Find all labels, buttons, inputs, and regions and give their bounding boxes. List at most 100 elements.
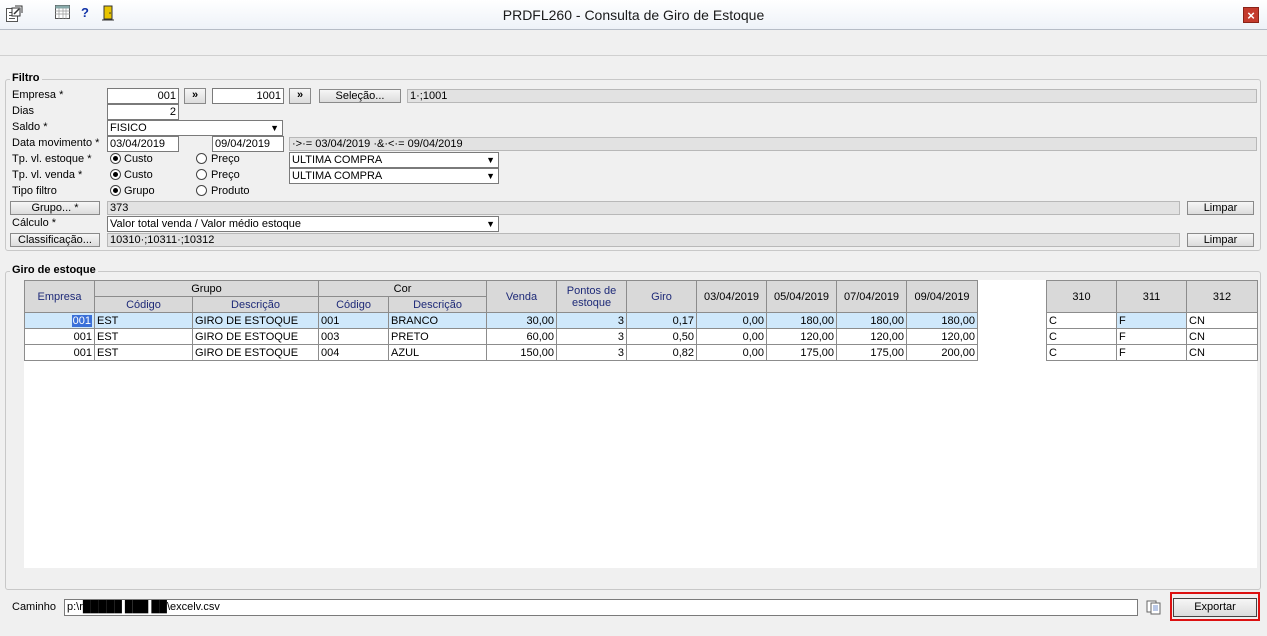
header-date-4[interactable]: 09/04/2019 (906, 280, 979, 313)
table-row[interactable]: C F CN (1046, 312, 1258, 329)
calculo-select[interactable]: Valor total venda / Valor médio estoque … (107, 216, 499, 232)
cell-cor-descricao[interactable]: AZUL (388, 344, 488, 361)
cell-grupo-codigo[interactable]: EST (94, 328, 193, 345)
header-grupo-codigo[interactable]: Código (94, 296, 193, 313)
cell-pontos[interactable]: 3 (556, 344, 628, 361)
cell-cor-codigo[interactable]: 001 (318, 312, 390, 329)
cell-grupo-codigo[interactable]: EST (94, 344, 193, 361)
cell-cor-codigo[interactable]: 003 (318, 328, 390, 345)
header-giro[interactable]: Giro (626, 280, 698, 313)
classificacao-button[interactable]: Classificação... (10, 233, 100, 247)
header-empresa[interactable]: Empresa (24, 280, 95, 313)
header-310[interactable]: 310 (1046, 280, 1117, 313)
cell-311[interactable]: F (1116, 328, 1187, 345)
cell-giro[interactable]: 0,17 (626, 312, 698, 329)
empresa-to-lookup-button[interactable]: » (289, 88, 311, 104)
header-cor-descricao[interactable]: Descrição (388, 296, 488, 313)
data-inicio-input[interactable]: 03/04/2019 (107, 136, 179, 152)
header-pontos-estoque[interactable]: Pontos de estoque (556, 280, 628, 313)
cell-date-2[interactable]: 175,00 (766, 344, 838, 361)
cell-310[interactable]: C (1046, 312, 1117, 329)
grupo-limpar-button[interactable]: Limpar (1187, 201, 1254, 215)
cell-cor-descricao[interactable]: BRANCO (388, 312, 488, 329)
cell-date-4[interactable]: 180,00 (906, 312, 979, 329)
door-icon[interactable] (100, 5, 116, 21)
cell-date-2[interactable]: 180,00 (766, 312, 838, 329)
cell-grupo-descricao[interactable]: GIRO DE ESTOQUE (191, 312, 320, 329)
empresa-from-input[interactable]: 001 (107, 88, 179, 104)
table-row[interactable]: 001 EST GIRO DE ESTOQUE 003 PRETO 60,00 … (24, 328, 979, 345)
header-cor-codigo[interactable]: Código (318, 296, 390, 313)
cell-venda[interactable]: 150,00 (486, 344, 558, 361)
saldo-select[interactable]: FISICO ▼ (107, 120, 283, 136)
table-row[interactable]: 001 EST GIRO DE ESTOQUE 001 BRANCO 30,00… (24, 312, 979, 329)
cell-empresa[interactable]: 001 (24, 328, 95, 345)
table-row[interactable]: C F CN (1046, 328, 1258, 345)
browse-file-icon[interactable] (1145, 599, 1165, 616)
cell-pontos[interactable]: 3 (556, 328, 628, 345)
cell-venda[interactable]: 60,00 (486, 328, 558, 345)
caminho-input[interactable]: p:\r█████ ███ ██\excelv.csv (64, 599, 1138, 616)
header-date-3[interactable]: 07/04/2019 (836, 280, 908, 313)
cell-grupo-codigo[interactable]: EST (94, 312, 193, 329)
cell-date-3[interactable]: 180,00 (836, 312, 908, 329)
empresa-to-input[interactable]: 1001 (212, 88, 284, 104)
exportar-button[interactable]: Exportar (1173, 598, 1257, 617)
header-311[interactable]: 311 (1116, 280, 1187, 313)
estoque-price-select-value: ULTIMA COMPRA (292, 154, 383, 166)
filtro-produto-radio[interactable] (196, 185, 207, 196)
cell-grupo-descricao[interactable]: GIRO DE ESTOQUE (191, 328, 320, 345)
close-button[interactable]: × (1243, 7, 1259, 23)
cell-312[interactable]: CN (1186, 344, 1258, 361)
cell-date-1[interactable]: 0,00 (696, 312, 768, 329)
venda-preco-radio[interactable] (196, 169, 207, 180)
data-fim-input[interactable]: 09/04/2019 (212, 136, 284, 152)
cell-empresa[interactable]: 001 (24, 312, 95, 329)
saldo-select-value: FISICO (110, 122, 147, 134)
header-date-2[interactable]: 05/04/2019 (766, 280, 838, 313)
estoque-custo-radio[interactable] (110, 153, 121, 164)
cell-312[interactable]: CN (1186, 312, 1258, 329)
filtro-grupo-label: Grupo (124, 185, 155, 197)
venda-custo-radio[interactable] (110, 169, 121, 180)
selecao-button[interactable]: Seleção... (319, 89, 401, 103)
cell-giro[interactable]: 0,82 (626, 344, 698, 361)
grupo-button[interactable]: Grupo... * (10, 201, 100, 215)
cell-date-4[interactable]: 200,00 (906, 344, 979, 361)
cell-venda[interactable]: 30,00 (486, 312, 558, 329)
cell-grupo-descricao[interactable]: GIRO DE ESTOQUE (191, 344, 320, 361)
cell-date-3[interactable]: 175,00 (836, 344, 908, 361)
classificacao-limpar-button[interactable]: Limpar (1187, 233, 1254, 247)
table-row[interactable]: 001 EST GIRO DE ESTOQUE 004 AZUL 150,00 … (24, 344, 979, 361)
dias-input[interactable]: 2 (107, 104, 179, 120)
estoque-price-select[interactable]: ULTIMA COMPRA ▼ (289, 152, 499, 168)
cell-311[interactable]: F (1116, 312, 1187, 329)
empresa-from-lookup-button[interactable]: » (184, 88, 206, 104)
cell-empresa[interactable]: 001 (24, 344, 95, 361)
cell-date-3[interactable]: 120,00 (836, 328, 908, 345)
cell-311[interactable]: F (1116, 344, 1187, 361)
cell-310[interactable]: C (1046, 344, 1117, 361)
table-row[interactable]: C F CN (1046, 344, 1258, 361)
cell-cor-descricao[interactable]: PRETO (388, 328, 488, 345)
cell-giro[interactable]: 0,50 (626, 328, 698, 345)
venda-price-select[interactable]: ULTIMA COMPRA ▼ (289, 168, 499, 184)
exit-icon[interactable] (9, 5, 25, 21)
header-venda[interactable]: Venda (486, 280, 558, 313)
cell-date-2[interactable]: 120,00 (766, 328, 838, 345)
cell-cor-codigo[interactable]: 004 (318, 344, 390, 361)
cell-312[interactable]: CN (1186, 328, 1258, 345)
header-date-1[interactable]: 03/04/2019 (696, 280, 768, 313)
cell-date-1[interactable]: 0,00 (696, 344, 768, 361)
tp-vl-venda-label: Tp. vl. venda * (12, 169, 83, 181)
help-icon[interactable]: ? (77, 5, 93, 21)
estoque-preco-radio[interactable] (196, 153, 207, 164)
cell-date-1[interactable]: 0,00 (696, 328, 768, 345)
cell-pontos[interactable]: 3 (556, 312, 628, 329)
header-grupo-descricao[interactable]: Descrição (191, 296, 320, 313)
cell-date-4[interactable]: 120,00 (906, 328, 979, 345)
filtro-grupo-radio[interactable] (110, 185, 121, 196)
header-312[interactable]: 312 (1186, 280, 1258, 313)
calendar-icon[interactable] (54, 5, 70, 21)
cell-310[interactable]: C (1046, 328, 1117, 345)
